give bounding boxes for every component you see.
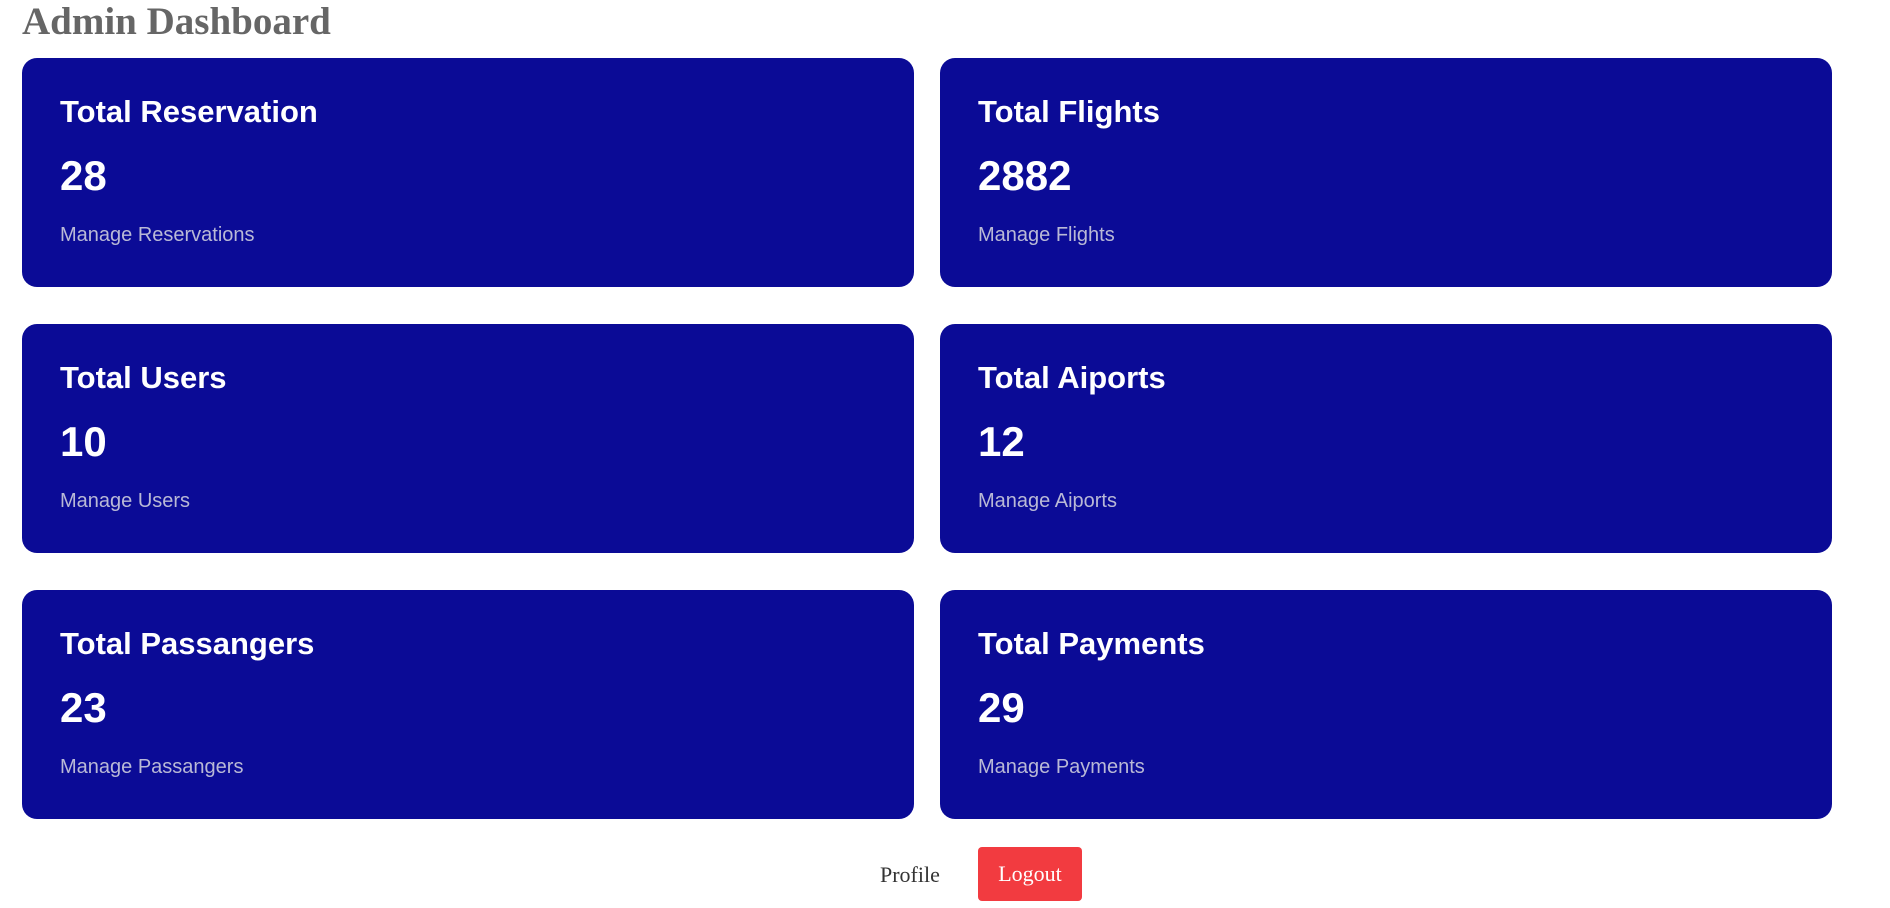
card-count: 10 [60,418,107,465]
manage-airports-link[interactable]: Manage Aiports [978,488,1117,514]
card-total-flights[interactable]: Total Flights 2882 Manage Flights [940,58,1832,287]
card-total-passengers[interactable]: Total Passangers 23 Manage Passangers [22,590,914,819]
logout-button[interactable]: Logout [978,847,1082,901]
card-title: Total Passangers [60,626,315,661]
card-title: Total Users [60,360,227,395]
card-count: 29 [978,684,1025,731]
manage-payments-link[interactable]: Manage Payments [978,754,1145,780]
card-total-users[interactable]: Total Users 10 Manage Users [22,324,914,553]
card-count: 12 [978,418,1025,465]
card-title: Total Reservation [60,94,318,129]
card-total-payments[interactable]: Total Payments 29 Manage Payments [940,590,1832,819]
profile-link[interactable]: Profile [880,862,940,888]
manage-passengers-link[interactable]: Manage Passangers [60,754,243,780]
card-count: 28 [60,152,107,199]
footer-nav: Profile Logout [0,847,1890,901]
card-title: Total Flights [978,94,1160,129]
card-total-airports[interactable]: Total Aiports 12 Manage Aiports [940,324,1832,553]
card-count: 23 [60,684,107,731]
manage-flights-link[interactable]: Manage Flights [978,222,1115,248]
card-count: 2882 [978,152,1072,199]
card-title: Total Payments [978,626,1205,661]
manage-reservations-link[interactable]: Manage Reservations [60,222,255,248]
card-total-reservation[interactable]: Total Reservation 28 Manage Reservations [22,58,914,287]
page-title: Admin Dashboard [22,0,331,43]
card-title: Total Aiports [978,360,1166,395]
stats-grid: Total Reservation 28 Manage Reservations… [22,58,1836,819]
manage-users-link[interactable]: Manage Users [60,488,190,514]
